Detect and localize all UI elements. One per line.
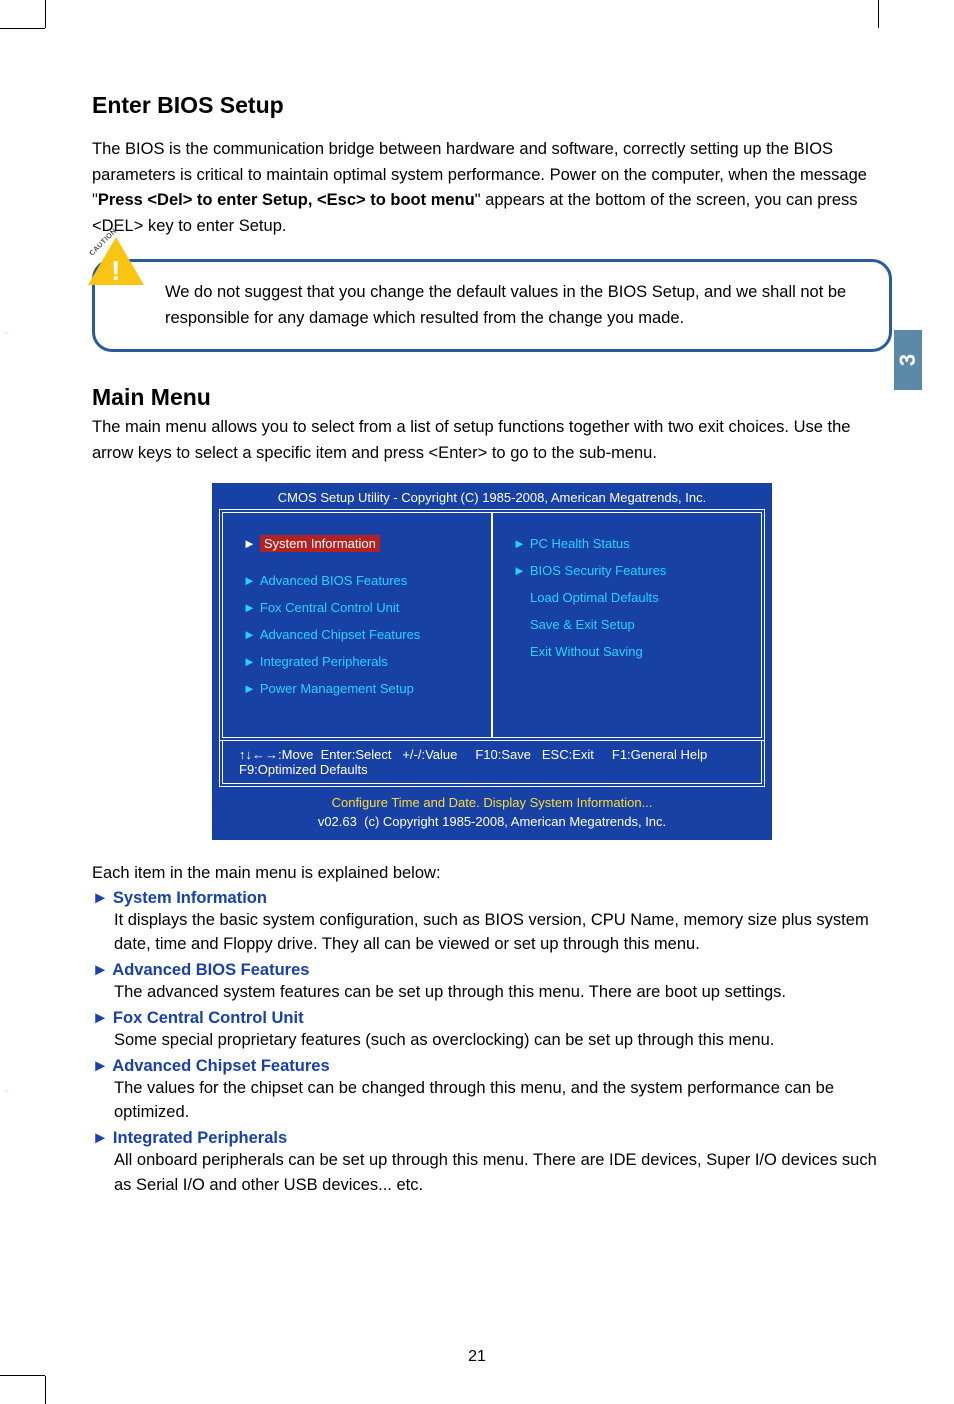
explain-header: ► Integrated Peripherals: [92, 1129, 892, 1148]
chapter-tab: 3: [894, 330, 922, 390]
bios-key-hints: ↑↓←→:Move Enter:Select +/-/:Value F9:Opt…: [219, 741, 765, 787]
bios-menu-item: ►BIOS Security Features: [509, 562, 745, 579]
bios-screenshot: CMOS Setup Utility - Copyright (C) 1985-…: [212, 483, 772, 840]
explain-body: All onboard peripherals can be set up th…: [92, 1148, 892, 1198]
bios-menu-item: Save & Exit Setup: [509, 616, 745, 633]
bios-menu-item: ►Fox Central Control Unit: [239, 599, 475, 616]
explain-body: The advanced system features can be set …: [92, 980, 892, 1005]
page-number: 21: [0, 1348, 954, 1366]
bios-menu-item: ►Power Management Setup: [239, 680, 475, 697]
bios-menu-item: ►System Information: [239, 535, 384, 552]
explain-item: ► Advanced Chipset FeaturesThe values fo…: [92, 1057, 892, 1126]
explain-header: ► Advanced Chipset Features: [92, 1057, 892, 1076]
stray-quote: ": [4, 328, 9, 344]
explain-item: ► Integrated PeripheralsAll onboard peri…: [92, 1129, 892, 1198]
explain-item: ► Fox Central Control UnitSome special p…: [92, 1009, 892, 1053]
explain-item: ► System InformationIt displays the basi…: [92, 889, 892, 958]
explain-body: It displays the basic system configurati…: [92, 908, 892, 958]
explain-item: ► Advanced BIOS FeaturesThe advanced sys…: [92, 961, 892, 1005]
explain-body: The values for the chipset can be change…: [92, 1076, 892, 1126]
bios-menu-item: Exit Without Saving: [509, 643, 745, 660]
bios-copyright: v02.63 (c) Copyright 1985-2008, American…: [215, 812, 769, 837]
intro-paragraph: The BIOS is the communication bridge bet…: [92, 137, 892, 239]
section-title-main-menu: Main Menu: [92, 384, 892, 411]
explain-intro: Each item in the main menu is explained …: [92, 864, 892, 883]
main-menu-paragraph: The main menu allows you to select from …: [92, 415, 892, 466]
explain-body: Some special proprietary features (such …: [92, 1028, 892, 1053]
bios-header: CMOS Setup Utility - Copyright (C) 1985-…: [215, 486, 769, 509]
page-content: Enter BIOS Setup The BIOS is the communi…: [92, 92, 892, 1202]
bios-menu-item: ►Advanced Chipset Features: [239, 626, 475, 643]
caution-text: We do not suggest that you change the de…: [92, 259, 892, 352]
bios-right-column: ►PC Health Status ►BIOS Security Features…: [493, 513, 761, 737]
caution-box: CAUTION ! We do not suggest that you cha…: [92, 259, 892, 352]
exclaim-icon: !: [111, 255, 120, 287]
section-title-enter-bios: Enter BIOS Setup: [92, 92, 892, 119]
bios-left-column: ►System Information ►Advanced BIOS Featur…: [223, 513, 493, 737]
explain-header: ► Fox Central Control Unit: [92, 1009, 892, 1028]
bios-footer-hint: Configure Time and Date. Display System …: [215, 787, 769, 812]
bios-menu-item: ►PC Health Status: [509, 535, 745, 552]
explain-header: ► System Information: [92, 889, 892, 908]
bios-menu-item: ►Integrated Peripherals: [239, 653, 475, 670]
explain-header: ► Advanced BIOS Features: [92, 961, 892, 980]
bios-menu-item: ►Advanced BIOS Features: [239, 572, 475, 589]
bios-menu-item: Load Optimal Defaults: [509, 589, 745, 606]
stray-quote: ": [4, 1086, 9, 1102]
